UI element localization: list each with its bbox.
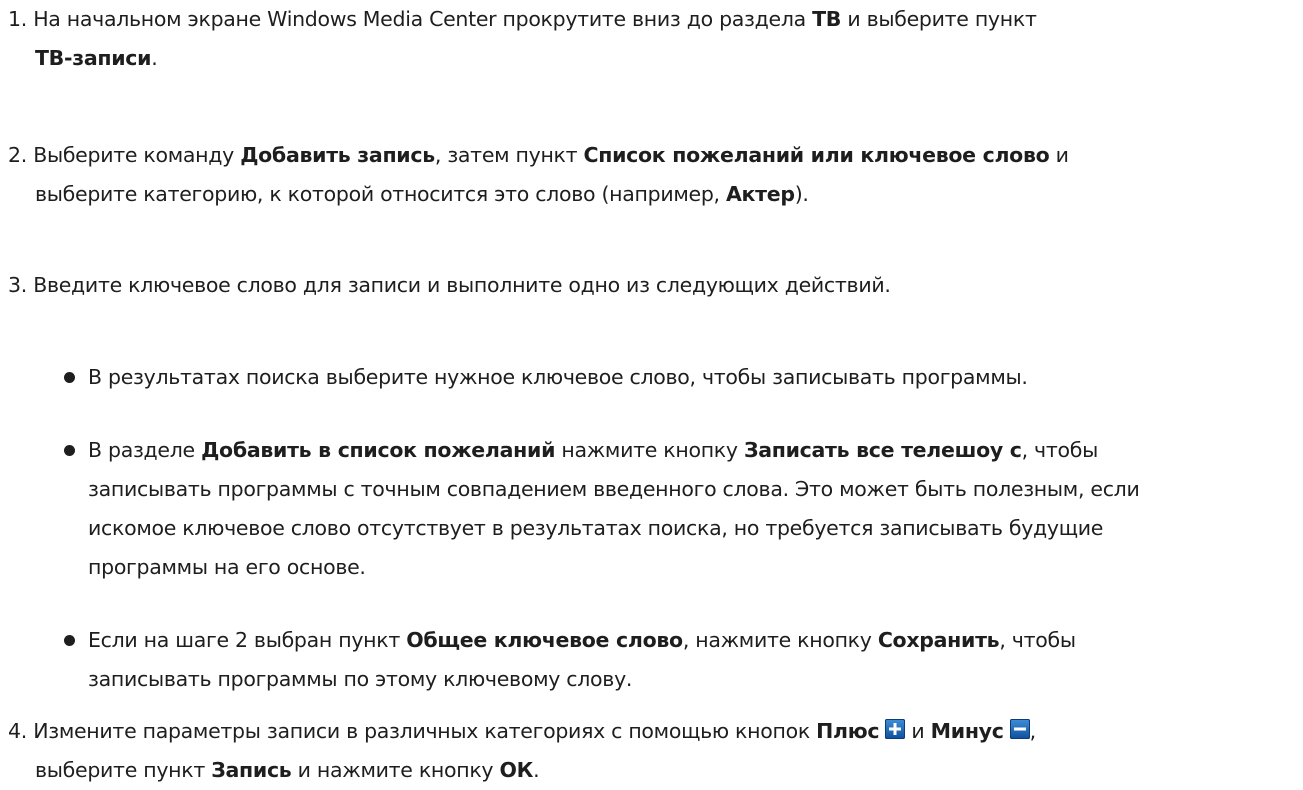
step-4-comma: , <box>1029 719 1037 743</box>
step-2-text-mid: , затем пункт <box>434 143 584 167</box>
bullet-2-text-mid: нажмите кнопку <box>555 438 744 462</box>
bullet-2-section-add-wishlist: Добавить в список пожеланий <box>201 438 556 462</box>
step-2-cont-end: ). <box>794 182 809 206</box>
step-2-item-wishlist: Список пожеланий или ключевое слово <box>583 143 1050 167</box>
step-4-period: . <box>533 758 540 782</box>
bullet-2-text-end: , чтобы <box>1021 438 1099 462</box>
step-4-button-ok: ОК <box>499 758 534 782</box>
step-3-number: 3. <box>8 273 27 297</box>
step-2-continuation: выберите категорию, к которой относится … <box>8 175 1303 214</box>
bullet-dot-icon <box>64 445 75 456</box>
step-4-cont-mid: и нажмите кнопку <box>291 758 500 782</box>
list-item: Если на шаге 2 выбран пункт Общее ключев… <box>60 621 1303 699</box>
step-2: 2. Выберите команду Добавить запись, зат… <box>8 136 1303 214</box>
step-4-button-minus-label: Минус <box>930 719 1004 743</box>
step-1-text: На начальном экране Windows Media Center… <box>33 7 813 31</box>
step-4-continuation: выберите пункт Запись и нажмите кнопку О… <box>8 751 1303 790</box>
bullet-1-text: В результатах поиска выберите нужное клю… <box>88 365 1028 389</box>
step-4-number: 4. <box>8 719 27 743</box>
list-item: В разделе Добавить в список пожеланий на… <box>60 431 1303 587</box>
step-4-button-plus-label: Плюс <box>816 719 880 743</box>
bullet-3-text: Если на шаге 2 выбран пункт <box>88 628 407 652</box>
plus-button-icon <box>885 719 906 739</box>
step-3-text: Введите ключевое слово для записи и выпо… <box>33 273 891 297</box>
bullet-dot-icon <box>64 635 75 646</box>
step-1-section-tv: ТВ <box>812 7 842 31</box>
step-1-period: . <box>151 46 158 70</box>
step-2-text: Выберите команду <box>33 143 241 167</box>
step-2-example-actor: Актер <box>725 182 795 206</box>
step-2-text-end: и <box>1049 143 1069 167</box>
bullet-dot-icon <box>64 372 75 383</box>
step-4-text-and: и <box>905 719 931 743</box>
bullet-3-text-end: , чтобы <box>999 628 1076 652</box>
step-4-item-record: Запись <box>211 758 292 782</box>
step-1: 1. На начальном экране Windows Media Cen… <box>8 0 1303 78</box>
step-2-number: 2. <box>8 143 27 167</box>
bullet-2-line-2: записывать программы с точным совпадение… <box>88 477 1140 501</box>
step-2-command-add-recording: Добавить запись <box>240 143 435 167</box>
bullet-2-line-3: искомое ключевое слово отсутствует в рез… <box>88 516 1104 540</box>
bullet-3-text-mid: , нажмите кнопку <box>682 628 878 652</box>
step-1-continuation: ТВ-записи. <box>8 39 1303 78</box>
minus-button-icon <box>1009 719 1030 739</box>
step-4-cont-text: выберите пункт <box>35 758 212 782</box>
bullet-2-button-record-all: Записать все телешоу с <box>743 438 1022 462</box>
bullet-3-button-save: Сохранить <box>877 628 1000 652</box>
bullet-3-item-general-keyword: Общее ключевое слово <box>406 628 683 652</box>
step-1-text-end: и выберите пункт <box>841 7 1037 31</box>
step-1-number: 1. <box>8 7 27 31</box>
step-1-item-tv-recordings: ТВ-записи <box>35 46 152 70</box>
step-4: 4. Измените параметры записи в различных… <box>8 712 1303 790</box>
step-3: 3. Введите ключевое слово для записи и в… <box>8 266 1303 305</box>
bullet-3-line-2: записывать программы по этому ключевому … <box>88 667 633 691</box>
step-2-cont-text: выберите категорию, к которой относится … <box>35 182 726 206</box>
list-item: В результатах поиска выберите нужное клю… <box>60 358 1303 397</box>
bullet-2-line-4: программы на его основе. <box>88 555 366 579</box>
bullet-2-text: В разделе <box>88 438 202 462</box>
step-4-text: Измените параметры записи в различных ка… <box>33 719 817 743</box>
